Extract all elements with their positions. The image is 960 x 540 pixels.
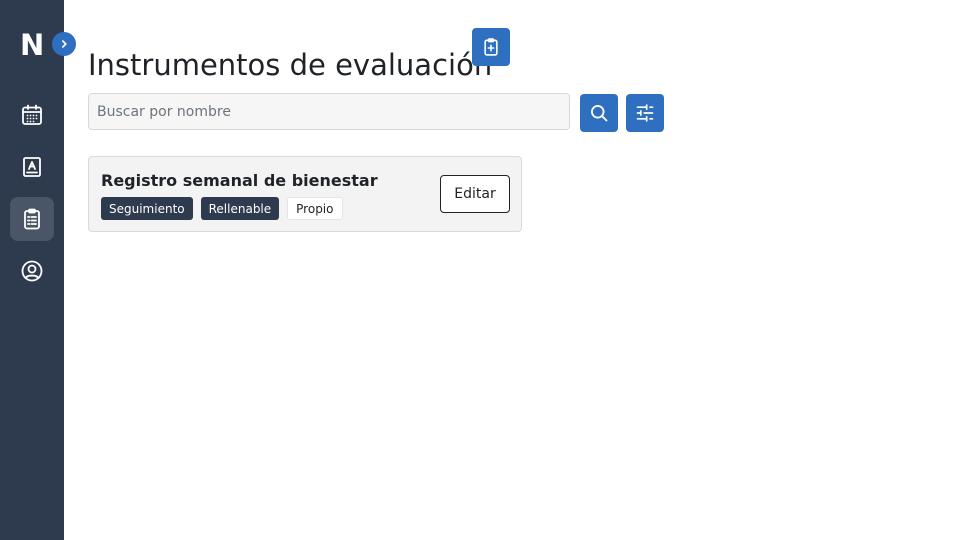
sidebar-item-contacts[interactable] [10, 145, 54, 189]
chevron-right-icon [58, 38, 70, 50]
add-instrument-button[interactable] [472, 28, 510, 66]
search-input[interactable] [88, 93, 570, 130]
sidebar: N [0, 0, 64, 540]
filter-button[interactable] [626, 94, 664, 132]
instrument-title: Registro semanal de bienestar [101, 171, 378, 190]
contact-book-icon [20, 155, 44, 179]
user-circle-icon [20, 259, 44, 283]
sidebar-item-calendar[interactable] [10, 93, 54, 137]
search-icon [589, 103, 609, 123]
sidebar-item-instruments[interactable] [10, 197, 54, 241]
calendar-icon [20, 103, 44, 127]
instrument-card: Registro semanal de bienestar Seguimient… [88, 156, 522, 232]
clipboard-plus-icon [481, 37, 501, 57]
sidebar-item-profile[interactable] [10, 249, 54, 293]
tag-badge-propio: Propio [287, 197, 343, 220]
clipboard-list-icon [20, 207, 44, 231]
instrument-tags: Seguimiento Rellenable Propio [101, 197, 343, 220]
sliders-icon [635, 103, 655, 123]
tag-badge-rellenable: Rellenable [200, 197, 280, 220]
app-logo[interactable]: N [20, 29, 44, 61]
search-button[interactable] [580, 94, 618, 132]
edit-button[interactable]: Editar [440, 175, 510, 213]
page-title: Instrumentos de evaluación [88, 48, 493, 83]
sidebar-toggle-button[interactable] [52, 32, 76, 56]
tag-badge-seguimiento: Seguimiento [101, 197, 193, 220]
